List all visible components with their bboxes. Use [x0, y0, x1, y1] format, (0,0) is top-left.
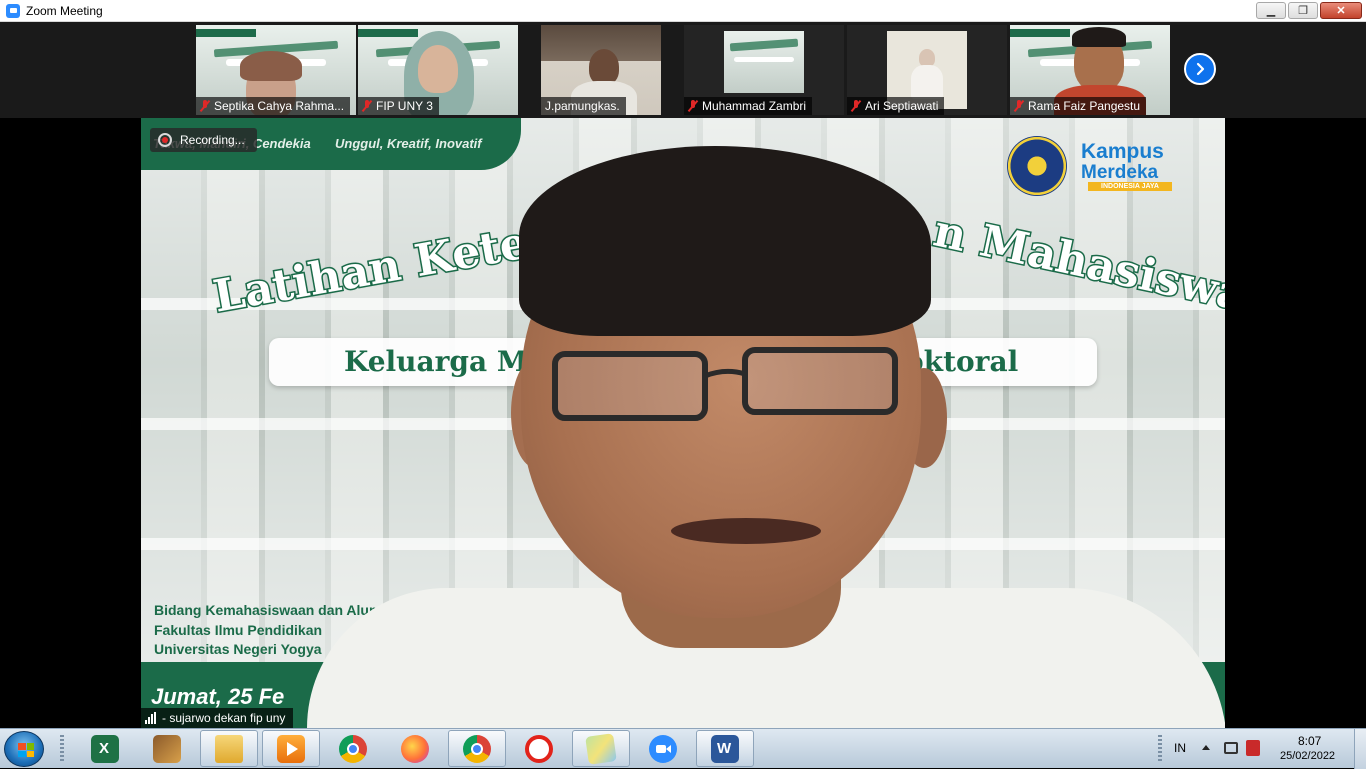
chrome-icon	[463, 734, 491, 763]
window-titlebar[interactable]: Zoom Meeting ▁ ❐ ✕	[0, 0, 1366, 22]
tray-grip[interactable]	[1158, 735, 1162, 763]
installer-icon	[153, 734, 181, 763]
clock-time[interactable]: 8:07	[1298, 734, 1321, 748]
close-button[interactable]: ✕	[1320, 2, 1362, 19]
participant-tile[interactable]: FIP UNY 3	[358, 25, 518, 115]
taskbar-app-firefox[interactable]	[386, 730, 444, 767]
participant-name: Ari Septiawati	[865, 99, 939, 113]
mic-muted-icon	[688, 100, 698, 112]
network-icon[interactable]	[1224, 742, 1238, 754]
participant-name: Muhammad Zambri	[702, 99, 807, 113]
start-button[interactable]	[4, 731, 44, 767]
speaker-glasses	[552, 347, 898, 421]
mic-muted-icon	[362, 100, 372, 112]
participant-gallery-strip: Septika Cahya Rahma... FIP UNY 3 J.pamun…	[0, 22, 1366, 118]
speaker-name: - sujarwo dekan fip uny	[162, 711, 286, 725]
windows-logo-icon	[18, 743, 34, 757]
speaker-hair	[519, 146, 931, 336]
speaker-person	[141, 118, 1225, 728]
mic-muted-icon	[200, 100, 210, 112]
media-player-icon	[277, 734, 305, 763]
flag-alert-icon[interactable]	[1246, 740, 1260, 756]
firefox-icon	[401, 734, 429, 763]
taskbar-app-file-explorer[interactable]	[200, 730, 258, 767]
language-indicator[interactable]: IN	[1174, 741, 1186, 755]
participant-label: Septika Cahya Rahma...	[196, 97, 351, 115]
taskbar-app-anydesk[interactable]	[510, 730, 568, 767]
participant-label: Rama Faiz Pangestu	[1010, 97, 1147, 115]
participant-label: Muhammad Zambri	[684, 97, 813, 115]
window-controls: ▁ ❐ ✕	[1256, 2, 1362, 19]
show-desktop-button[interactable]	[1354, 729, 1366, 769]
participant-name: Rama Faiz Pangestu	[1028, 99, 1141, 113]
clock-date[interactable]: 25/02/2022	[1280, 750, 1335, 762]
taskbar-app-installer[interactable]	[138, 730, 196, 767]
taskbar-app-media-player[interactable]	[262, 730, 320, 767]
active-speaker-video[interactable]: Takwa, Mandiri, Cendekia Unggul, Kreatif…	[141, 118, 1225, 728]
taskbar-grip[interactable]	[60, 735, 64, 763]
taskbar-app-zoom[interactable]	[634, 730, 692, 767]
participant-tile[interactable]: Muhammad Zambri	[684, 25, 844, 115]
connection-signal-icon	[145, 712, 156, 724]
taskbar-app-chrome[interactable]	[324, 730, 382, 767]
taskbar-app-chrome-profile[interactable]	[448, 730, 506, 767]
excel-icon: X	[91, 734, 119, 763]
windows-taskbar: X W IN 8:07 25/02/2022	[0, 728, 1366, 769]
participant-label: FIP UNY 3	[358, 97, 439, 115]
next-page-button[interactable]	[1184, 53, 1216, 85]
taskbar-app-word[interactable]: W	[696, 730, 754, 767]
restore-button[interactable]: ❐	[1288, 2, 1318, 19]
recording-indicator[interactable]: Recording...	[150, 128, 257, 152]
anydesk-icon	[525, 734, 553, 763]
chrome-icon	[339, 734, 367, 763]
participant-label: J.pamungkas.	[541, 97, 626, 115]
show-hidden-icons-icon[interactable]	[1202, 745, 1210, 750]
mic-muted-icon	[851, 100, 861, 112]
recording-label: Recording...	[180, 133, 245, 147]
speaker-name-tag: - sujarwo dekan fip uny	[141, 708, 294, 728]
participant-tile[interactable]: Rama Faiz Pangestu	[1010, 25, 1170, 115]
minimize-button[interactable]: ▁	[1256, 2, 1286, 19]
participant-tile[interactable]: Ari Septiawati	[847, 25, 1007, 115]
speaker-mouth	[671, 518, 821, 544]
participant-tile[interactable]: J.pamungkas.	[541, 25, 661, 115]
participant-label: Ari Septiawati	[847, 97, 945, 115]
participant-name: Septika Cahya Rahma...	[214, 99, 345, 113]
chevron-right-icon	[1196, 62, 1205, 76]
participant-name: FIP UNY 3	[376, 99, 433, 113]
folder-icon	[215, 734, 243, 763]
zoom-app-icon	[6, 3, 20, 18]
word-icon: W	[711, 734, 739, 763]
participant-name: J.pamungkas.	[545, 99, 620, 113]
recording-icon	[158, 133, 172, 147]
photos-icon	[585, 732, 617, 765]
participant-tile[interactable]: Septika Cahya Rahma...	[196, 25, 356, 115]
window-title: Zoom Meeting	[26, 3, 103, 18]
taskbar-app-excel[interactable]: X	[76, 730, 134, 767]
taskbar-app-photos[interactable]	[572, 730, 630, 767]
zoom-icon	[649, 734, 677, 763]
mic-muted-icon	[1014, 100, 1024, 112]
